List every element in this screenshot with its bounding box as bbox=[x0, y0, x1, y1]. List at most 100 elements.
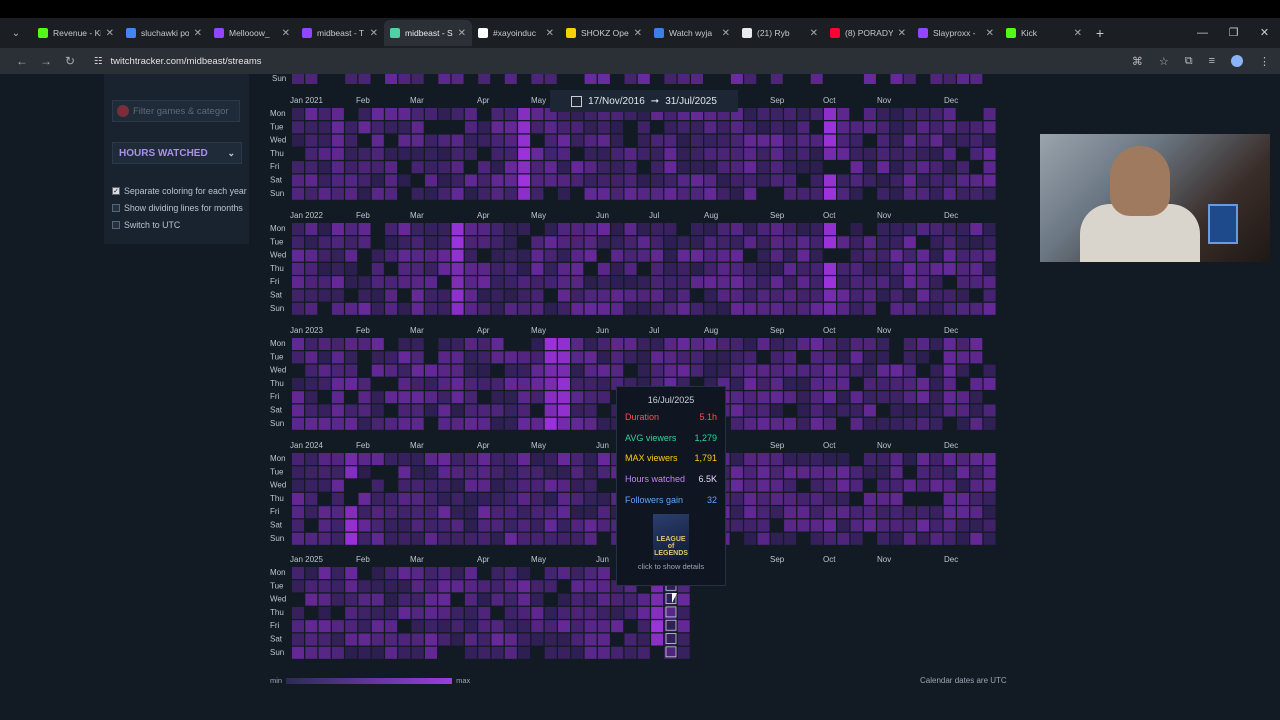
day-cell[interactable] bbox=[478, 633, 491, 646]
day-cell[interactable] bbox=[597, 147, 610, 160]
day-cell[interactable] bbox=[411, 262, 424, 275]
day-cell[interactable] bbox=[331, 466, 344, 479]
day-cell[interactable] bbox=[305, 187, 318, 200]
day-cell[interactable] bbox=[571, 302, 584, 315]
day-cell[interactable] bbox=[744, 187, 757, 200]
day-cell[interactable] bbox=[331, 404, 344, 417]
day-cell[interactable] bbox=[677, 134, 690, 147]
day-cell[interactable] bbox=[943, 391, 956, 404]
day-cell[interactable] bbox=[305, 351, 318, 364]
day-cell[interactable] bbox=[425, 187, 437, 200]
day-cell[interactable] bbox=[837, 236, 850, 249]
day-cell[interactable] bbox=[903, 479, 916, 492]
day-cell[interactable] bbox=[371, 417, 384, 430]
day-cell[interactable] bbox=[544, 121, 557, 134]
day-cell[interactable] bbox=[784, 187, 797, 200]
browser-tab[interactable]: SHOKZ Ope ✕ bbox=[560, 20, 648, 46]
day-cell[interactable] bbox=[983, 417, 996, 430]
day-cell[interactable] bbox=[571, 646, 584, 659]
day-cell[interactable] bbox=[425, 302, 437, 315]
day-cell[interactable] bbox=[704, 262, 717, 275]
day-cell[interactable] bbox=[810, 338, 823, 350]
day-cell[interactable] bbox=[584, 236, 597, 249]
day-cell[interactable] bbox=[398, 364, 411, 377]
day-cell[interactable] bbox=[544, 302, 557, 315]
day-cell[interactable] bbox=[757, 506, 770, 519]
day-cell[interactable] bbox=[704, 161, 717, 174]
day-cell[interactable] bbox=[677, 262, 690, 275]
day-cell[interactable] bbox=[930, 276, 943, 289]
day-cell[interactable] bbox=[757, 289, 770, 302]
day-cell[interactable] bbox=[890, 223, 903, 235]
day-cell[interactable] bbox=[331, 417, 344, 430]
day-cell[interactable] bbox=[930, 417, 943, 430]
day-cell[interactable] bbox=[358, 606, 371, 619]
day-cell[interactable] bbox=[983, 506, 996, 519]
day-cell[interactable] bbox=[917, 417, 930, 430]
day-cell[interactable] bbox=[331, 338, 344, 350]
day-cell[interactable] bbox=[318, 506, 331, 519]
day-cell[interactable] bbox=[385, 492, 398, 505]
day-cell[interactable] bbox=[331, 108, 344, 120]
day-cell[interactable] bbox=[425, 506, 437, 519]
day-cell[interactable] bbox=[531, 364, 544, 377]
day-cell[interactable] bbox=[518, 633, 531, 646]
day-cell[interactable] bbox=[464, 466, 477, 479]
tab-search-chevron-icon[interactable]: ⌄ bbox=[0, 18, 32, 48]
day-cell[interactable] bbox=[464, 121, 477, 134]
day-cell[interactable] bbox=[970, 236, 983, 249]
day-cell[interactable] bbox=[491, 593, 504, 606]
day-cell[interactable] bbox=[770, 289, 783, 302]
day-cell[interactable] bbox=[411, 134, 424, 147]
day-cell[interactable] bbox=[730, 391, 743, 404]
day-cell[interactable] bbox=[411, 147, 424, 160]
day-cell[interactable] bbox=[730, 276, 743, 289]
day-cell[interactable] bbox=[531, 351, 544, 364]
day-cell[interactable] bbox=[957, 479, 969, 492]
day-cell[interactable] bbox=[797, 147, 810, 160]
day-cell[interactable] bbox=[903, 74, 916, 84]
day-cell[interactable] bbox=[797, 404, 810, 417]
day-cell[interactable] bbox=[358, 404, 371, 417]
day-cell[interactable] bbox=[624, 606, 637, 619]
day-cell[interactable] bbox=[930, 453, 943, 465]
day-cell[interactable] bbox=[730, 453, 743, 465]
day-cell[interactable] bbox=[837, 174, 850, 187]
day-cell[interactable] bbox=[730, 174, 743, 187]
day-cell[interactable] bbox=[292, 74, 304, 84]
day-cell[interactable] bbox=[770, 262, 783, 275]
day-cell[interactable] bbox=[371, 633, 384, 646]
day-cell[interactable] bbox=[398, 391, 411, 404]
day-cell[interactable] bbox=[451, 633, 464, 646]
day-cell[interactable] bbox=[425, 289, 437, 302]
day-cell[interactable] bbox=[531, 289, 544, 302]
day-cell[interactable] bbox=[917, 249, 930, 262]
day-cell[interactable] bbox=[385, 74, 398, 84]
day-cell[interactable] bbox=[930, 466, 943, 479]
day-cell[interactable] bbox=[531, 108, 544, 120]
day-cell[interactable] bbox=[917, 108, 930, 120]
day-cell[interactable] bbox=[624, 187, 637, 200]
day-cell[interactable] bbox=[358, 108, 371, 120]
day-cell[interactable] bbox=[677, 147, 690, 160]
day-cell[interactable] bbox=[717, 276, 730, 289]
day-cell[interactable] bbox=[744, 74, 757, 84]
day-cell[interactable] bbox=[837, 187, 850, 200]
day-cell[interactable] bbox=[863, 351, 876, 364]
day-cell[interactable] bbox=[504, 620, 517, 633]
day-cell[interactable] bbox=[385, 364, 398, 377]
day-cell[interactable] bbox=[544, 519, 557, 532]
day-cell[interactable] bbox=[345, 262, 358, 275]
day-cell[interactable] bbox=[930, 161, 943, 174]
day-cell[interactable] bbox=[757, 161, 770, 174]
day-cell[interactable] bbox=[371, 147, 384, 160]
day-cell[interactable] bbox=[903, 134, 916, 147]
day-cell[interactable] bbox=[331, 351, 344, 364]
day-cell[interactable] bbox=[518, 646, 531, 659]
day-cell[interactable] bbox=[531, 74, 544, 84]
day-cell[interactable] bbox=[371, 276, 384, 289]
day-cell[interactable] bbox=[890, 236, 903, 249]
day-cell[interactable] bbox=[730, 351, 743, 364]
day-cell[interactable] bbox=[371, 338, 384, 350]
day-cell[interactable] bbox=[957, 276, 969, 289]
